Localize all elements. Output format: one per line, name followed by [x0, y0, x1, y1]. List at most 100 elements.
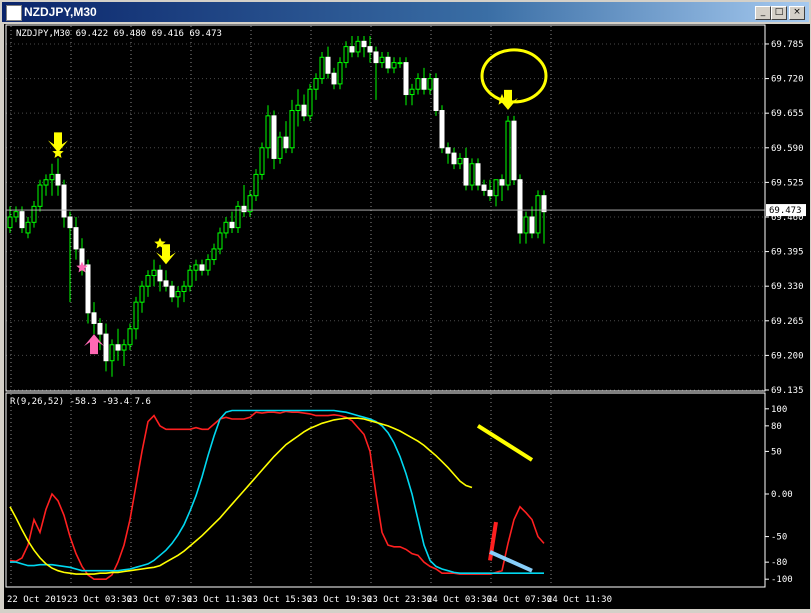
trend-annotation [476, 424, 534, 462]
axes: 22 Oct 2019 23 Oct 03:3023 Oct 07:3023 Oc… [5, 24, 806, 605]
bear-candle [169, 285, 175, 298]
bear-candle [103, 333, 109, 362]
bull-candle [31, 205, 37, 223]
bull-candle [247, 195, 253, 213]
title-bar[interactable]: NZDJPY,M30 _ □ × [2, 2, 809, 22]
price-tick-label: 69.135 [771, 386, 804, 396]
bull-candle [391, 62, 397, 69]
bear-candle [361, 40, 367, 48]
chart-canvas[interactable]: 22 Oct 2019 23 Oct 03:3023 Oct 07:3023 Oc… [4, 24, 810, 609]
bear-candle [517, 179, 523, 234]
bear-candle [481, 184, 487, 191]
bull-candle [211, 248, 217, 261]
bear-candle [163, 280, 169, 287]
price-tick-label: 69.590 [771, 144, 804, 154]
osc-tick-label: 80 [771, 422, 782, 432]
x-tick-label: 22 Oct 2019 [7, 595, 67, 605]
bull-candle [337, 62, 343, 85]
bear-candle [373, 51, 379, 64]
window-title: NZDJPY,M30 [24, 5, 97, 19]
highlight-circle [480, 48, 548, 104]
x-tick-label: 24 Oct 07:30 [487, 595, 552, 605]
bull-candle [151, 269, 157, 277]
x-tick-label: 24 Oct 11:30 [547, 595, 612, 605]
bull-candle [355, 40, 361, 53]
maximize-button[interactable]: □ [771, 6, 787, 20]
bear-candle [199, 264, 205, 271]
bear-candle [301, 104, 307, 117]
bull-candle [235, 205, 241, 229]
bull-candle [253, 173, 259, 197]
osc-tick-label: -100 [771, 575, 793, 585]
bear-candle [271, 115, 277, 159]
price-tick-label: 69.720 [771, 75, 804, 85]
terminal-window: NZDJPY,M30 _ □ × 22 Oct 2019 23 Oct 03:30… [0, 0, 811, 613]
bear-candle [487, 189, 493, 197]
chart-icon [6, 5, 22, 21]
bull-candle [289, 110, 295, 149]
x-tick-label: 24 Oct 03:30 [427, 595, 492, 605]
oscillator-series-line [9, 417, 473, 575]
bear-candle [283, 136, 289, 149]
bear-candle [367, 46, 373, 53]
candles [7, 35, 547, 377]
bull-candle [139, 285, 145, 303]
bull-candle [193, 264, 199, 271]
star-marker [52, 147, 64, 158]
bull-candle [265, 115, 271, 149]
bear-candle [331, 72, 337, 85]
bull-candle [25, 221, 31, 234]
price-chart-header: NZDJPY,M30 69.422 69.480 69.416 69.473 [16, 29, 222, 39]
x-tick-label: 23 Oct 07:30 [127, 595, 192, 605]
bull-candle [397, 62, 403, 65]
minimize-button[interactable]: _ [755, 6, 771, 20]
bear-candle [67, 216, 73, 229]
bear-candle [73, 227, 79, 250]
bull-candle [223, 221, 229, 234]
bear-candle [499, 179, 505, 186]
price-tick-label: 69.330 [771, 282, 804, 292]
bull-candle [343, 46, 349, 64]
bear-candle [115, 344, 121, 351]
signals [48, 48, 548, 355]
bull-candle [457, 157, 463, 165]
bear-candle [157, 269, 163, 282]
oscillator-series-line [9, 410, 545, 581]
oscillator-lines [9, 409, 545, 581]
bear-candle [19, 211, 25, 229]
bull-candle [133, 301, 139, 330]
bear-candle [421, 78, 427, 90]
oscillator-header: R(9,26,52) -58.3 -93.4 7.6 [10, 397, 151, 407]
bear-candle [541, 195, 547, 213]
bull-candle [13, 211, 19, 218]
bear-candle [475, 163, 481, 186]
osc-tick-label: 50 [771, 447, 782, 457]
price-tick-label: 69.655 [771, 109, 804, 119]
bear-candle [463, 157, 469, 186]
price-tick-label: 69.525 [771, 178, 804, 188]
bull-candle [379, 56, 385, 64]
chart-area[interactable]: 22 Oct 2019 23 Oct 03:30 23 Oct 07:30 23 Oc… [4, 24, 810, 609]
bull-candle [187, 269, 193, 287]
x-tick-label: 23 Oct 23:30 [367, 595, 432, 605]
bull-candle [523, 216, 529, 234]
bear-candle [325, 56, 331, 74]
bull-candle [505, 120, 511, 186]
osc-tick-label: 100 [771, 405, 787, 415]
bull-candle [205, 259, 211, 271]
bull-candle [469, 163, 475, 186]
bull-candle [493, 179, 499, 197]
bear-candle [229, 221, 235, 229]
bull-candle [409, 88, 415, 96]
price-grid [6, 26, 765, 391]
bear-candle [433, 78, 439, 112]
oscillator-series-line [10, 409, 544, 575]
bear-candle [97, 322, 103, 335]
bull-candle [175, 291, 181, 298]
price-tick-label: 69.785 [771, 40, 804, 50]
bull-candle [181, 285, 187, 293]
x-tick-label: 23 Oct 15:30 [247, 595, 312, 605]
bull-candle [313, 78, 319, 90]
bear-candle [349, 46, 355, 53]
close-button[interactable]: × [789, 6, 805, 20]
